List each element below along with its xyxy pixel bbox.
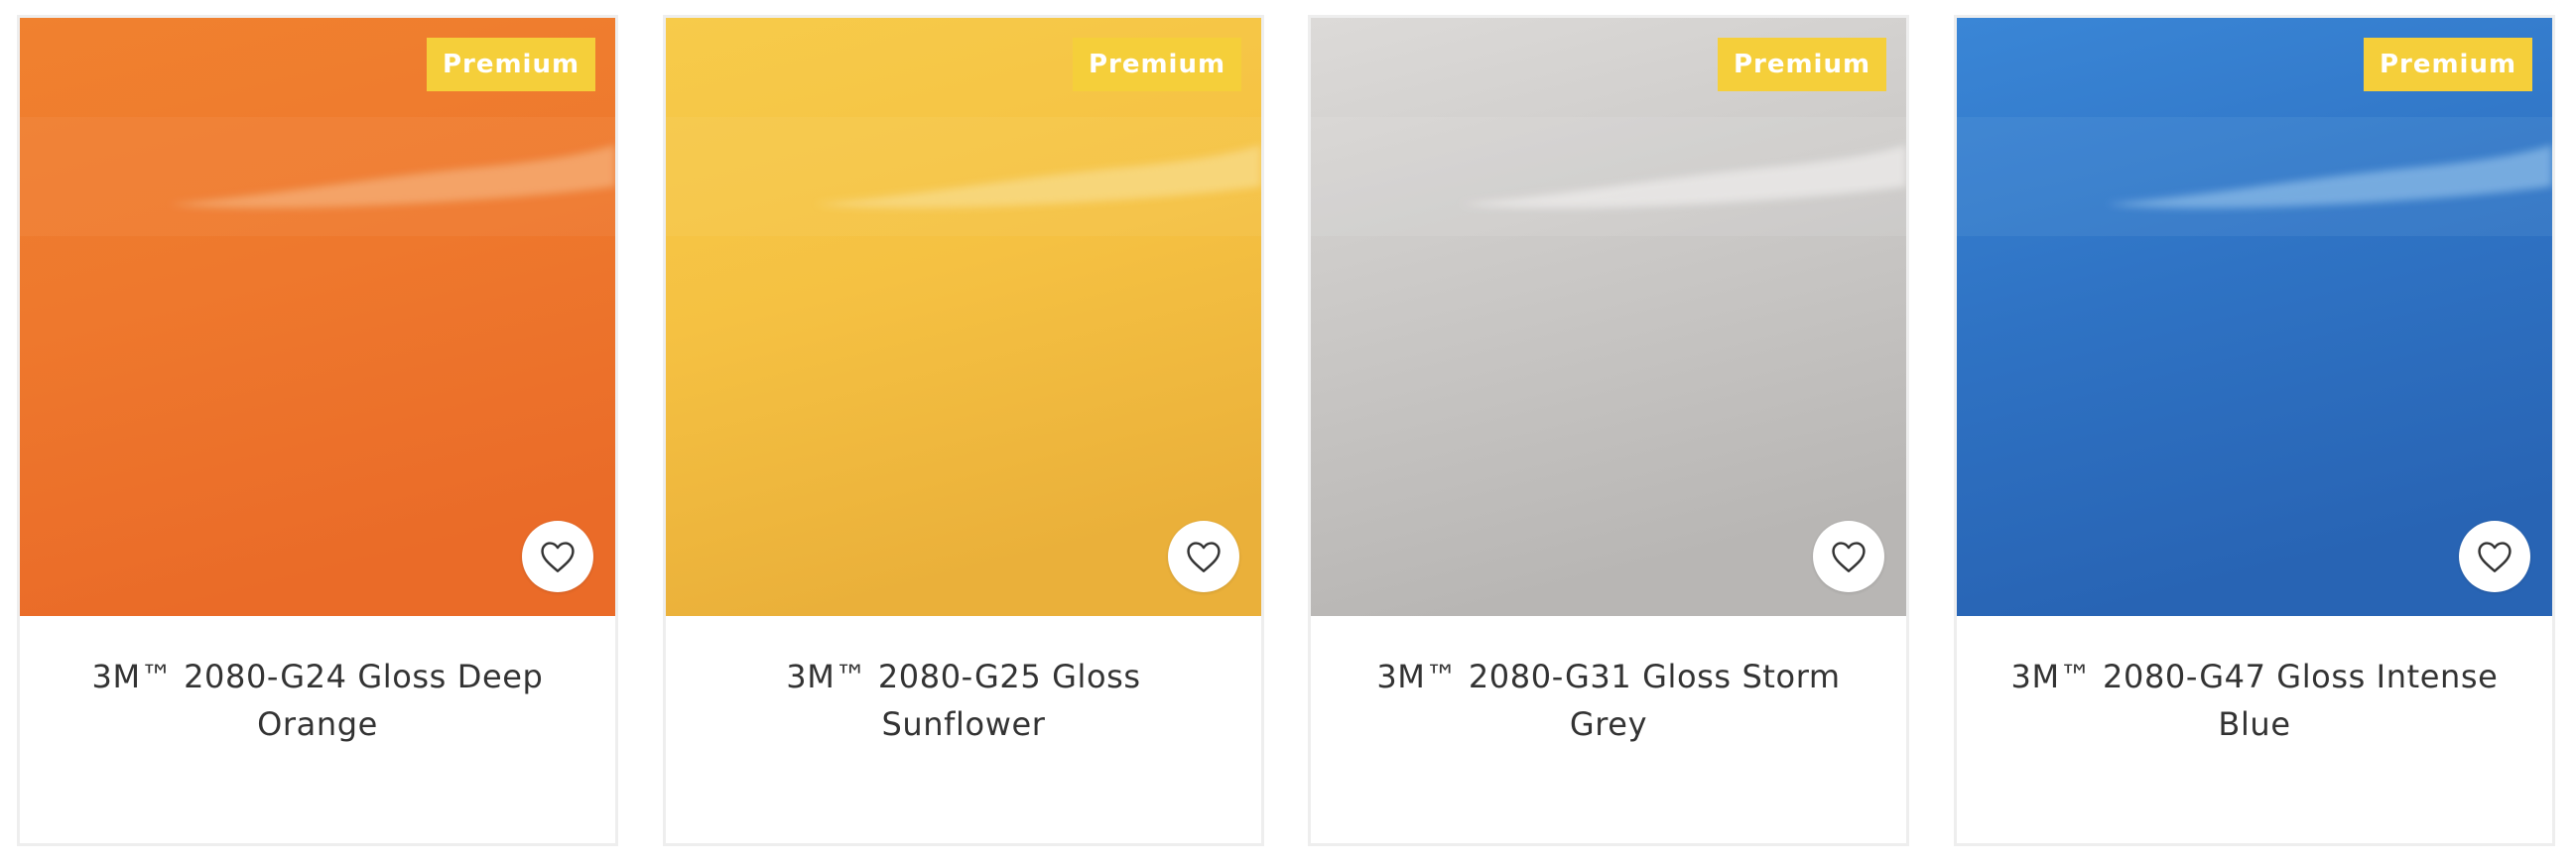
- premium-badge: Premium: [427, 38, 595, 91]
- product-swatch-image[interactable]: Premium: [1957, 18, 2552, 616]
- product-grid: Premium 3M™ 2080-G24 Gloss Deep Orange P…: [0, 0, 2576, 867]
- swatch-background: [666, 18, 1261, 616]
- product-title[interactable]: 3M™ 2080-G25 Gloss Sunflower: [715, 653, 1212, 748]
- premium-badge: Premium: [1073, 38, 1241, 91]
- swatch-background: [20, 18, 615, 616]
- swatch-fill: [1311, 18, 1906, 616]
- swatch-background: [1957, 18, 2552, 616]
- favorite-button[interactable]: [1168, 521, 1239, 592]
- heart-outline-icon: [1832, 542, 1866, 572]
- swatch-fill: [666, 18, 1261, 616]
- swatch-fill: [1957, 18, 2552, 616]
- heart-outline-icon: [1187, 542, 1221, 572]
- heart-outline-icon: [541, 542, 575, 572]
- premium-badge: Premium: [1718, 38, 1886, 91]
- gloss-sheen: [1311, 117, 1906, 236]
- favorite-button[interactable]: [2459, 521, 2530, 592]
- gloss-sheen: [666, 117, 1261, 236]
- product-card[interactable]: Premium 3M™ 2080-G31 Gloss Storm Grey: [1308, 15, 1909, 846]
- gloss-sheen: [1957, 117, 2552, 236]
- swatch-fill: [20, 18, 615, 616]
- favorite-button[interactable]: [1813, 521, 1884, 592]
- product-title[interactable]: 3M™ 2080-G47 Gloss Intense Blue: [2006, 653, 2503, 748]
- product-title[interactable]: 3M™ 2080-G31 Gloss Storm Grey: [1360, 653, 1857, 748]
- product-card[interactable]: Premium 3M™ 2080-G24 Gloss Deep Orange: [17, 15, 618, 846]
- favorite-button[interactable]: [522, 521, 593, 592]
- premium-badge: Premium: [2364, 38, 2532, 91]
- product-swatch-image[interactable]: Premium: [1311, 18, 1906, 616]
- product-card[interactable]: Premium 3M™ 2080-G47 Gloss Intense Blue: [1954, 15, 2555, 846]
- heart-outline-icon: [2478, 542, 2512, 572]
- swatch-background: [1311, 18, 1906, 616]
- gloss-sheen: [20, 117, 615, 236]
- product-card[interactable]: Premium 3M™ 2080-G25 Gloss Sunflower: [663, 15, 1264, 846]
- product-swatch-image[interactable]: Premium: [666, 18, 1261, 616]
- product-swatch-image[interactable]: Premium: [20, 18, 615, 616]
- product-title[interactable]: 3M™ 2080-G24 Gloss Deep Orange: [69, 653, 566, 748]
